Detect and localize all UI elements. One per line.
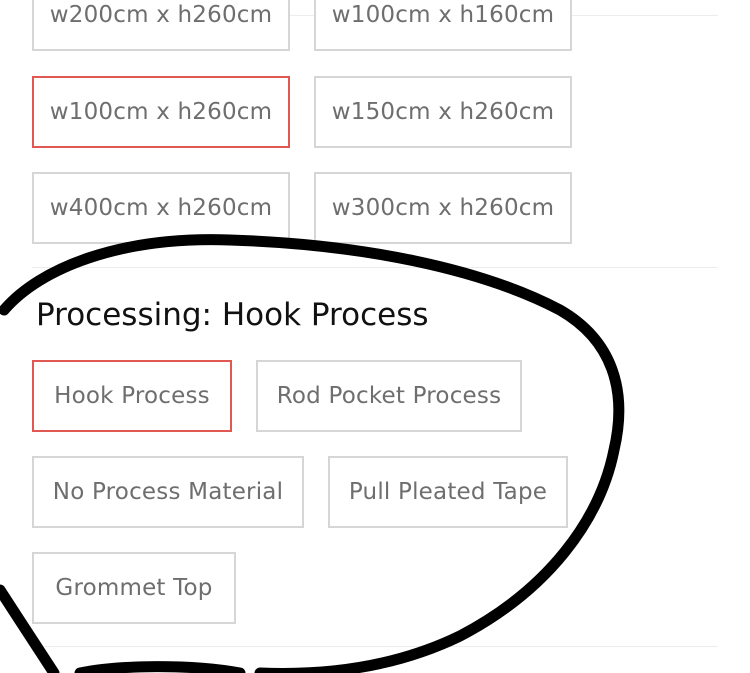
size-option-w100-h160[interactable]: w100cm x h160cm [314, 0, 572, 51]
processing-option-grommet-top[interactable]: Grommet Top [32, 552, 236, 624]
processing-selected-value: Hook Process [221, 297, 429, 333]
processing-option-rod-pocket-process[interactable]: Rod Pocket Process [256, 360, 522, 432]
processing-option-no-process-material[interactable]: No Process Material [32, 456, 304, 528]
size-option-w150-h260[interactable]: w150cm x h260cm [314, 76, 572, 148]
processing-label: Processing: [36, 297, 212, 333]
divider [32, 646, 718, 647]
size-option-w100-h260[interactable]: w100cm x h260cm [32, 76, 290, 148]
size-option-w200-h260[interactable]: w200cm x h260cm [32, 0, 290, 51]
divider [32, 267, 718, 268]
size-option-w400-h260[interactable]: w400cm x h260cm [32, 172, 290, 244]
processing-option-pull-pleated-tape[interactable]: Pull Pleated Tape [328, 456, 568, 528]
size-option-w300-h260[interactable]: w300cm x h260cm [314, 172, 572, 244]
processing-option-hook-process[interactable]: Hook Process [32, 360, 232, 432]
product-options-page: w200cm x h260cm w100cm x h160cm w100cm x… [0, 0, 750, 673]
processing-title: Processing: Hook Process [36, 295, 429, 335]
